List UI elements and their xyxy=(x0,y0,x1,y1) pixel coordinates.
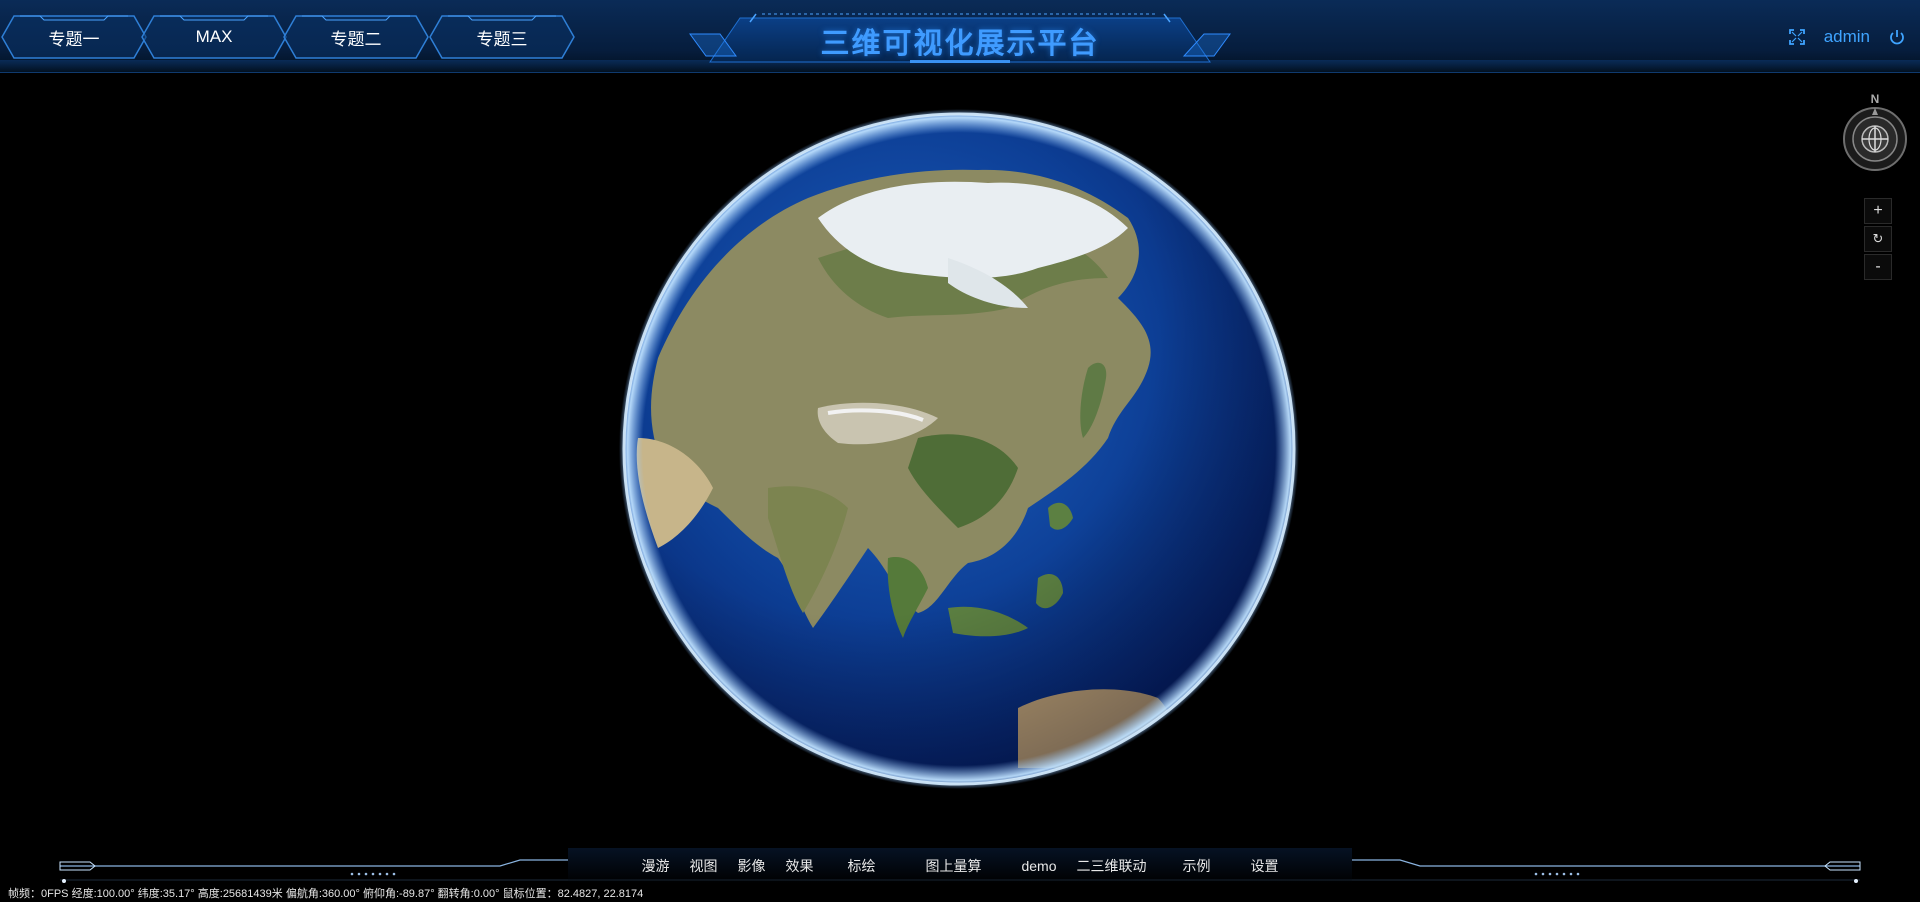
menu-item-imagery[interactable]: 影像 xyxy=(727,856,775,876)
bottom-toolbar: 漫游 视图 影像 效果 标绘 图上量算 demo 二三维联动 示例 设置 xyxy=(0,848,1920,884)
tab-label: 专题二 xyxy=(330,29,382,49)
zoom-out-button[interactable]: - xyxy=(1864,254,1892,280)
power-icon[interactable] xyxy=(1888,28,1906,46)
menu-item-2d3d-link[interactable]: 二三维联动 xyxy=(1067,856,1157,876)
tab-topic-1[interactable]: 专题一 xyxy=(0,14,148,60)
tab-label: MAX xyxy=(195,27,233,46)
reset-view-button[interactable]: ↻ xyxy=(1864,226,1892,252)
tab-label: 专题一 xyxy=(48,29,100,49)
top-header: 专题一 MAX 专题二 专题三 三维可视化展示平台 admin xyxy=(0,0,1920,73)
menu-item-effects[interactable]: 效果 xyxy=(775,856,823,876)
fullscreen-icon[interactable] xyxy=(1788,28,1806,46)
zoom-in-button[interactable]: + xyxy=(1864,198,1892,224)
user-name[interactable]: admin xyxy=(1824,27,1870,47)
compass-north-label: N xyxy=(1870,92,1880,106)
tab-label: 专题三 xyxy=(476,29,528,49)
earth-globe[interactable] xyxy=(618,108,1300,790)
compass-icon[interactable] xyxy=(1842,106,1908,172)
tab-max[interactable]: MAX xyxy=(140,14,288,60)
menu-item-demo[interactable]: demo xyxy=(991,858,1066,874)
title-panel: 三维可视化展示平台 xyxy=(680,10,1240,66)
tab-topic-2[interactable]: 专题二 xyxy=(282,14,430,60)
menu-item-plot[interactable]: 标绘 xyxy=(823,856,885,876)
globe-icon xyxy=(619,109,1299,789)
tab-topic-3[interactable]: 专题三 xyxy=(428,14,576,60)
menu-item-measure[interactable]: 图上量算 xyxy=(885,856,991,876)
menu-item-view[interactable]: 视图 xyxy=(679,856,727,876)
zoom-controls: + ↻ - xyxy=(1864,198,1892,280)
main-menu: 漫游 视图 影像 效果 标绘 图上量算 demo 二三维联动 示例 设置 xyxy=(568,848,1352,884)
status-bar: 帧频：0FPS 经度:100.00° 纬度:35.17° 高度:25681439… xyxy=(8,888,644,900)
compass-widget[interactable]: N xyxy=(1842,92,1908,178)
page-title: 三维可视化展示平台 xyxy=(820,28,1100,60)
menu-item-roam[interactable]: 漫游 xyxy=(631,856,679,876)
menu-item-settings[interactable]: 设置 xyxy=(1221,856,1289,876)
menu-item-examples[interactable]: 示例 xyxy=(1157,856,1221,876)
header-right: admin xyxy=(1788,24,1906,50)
